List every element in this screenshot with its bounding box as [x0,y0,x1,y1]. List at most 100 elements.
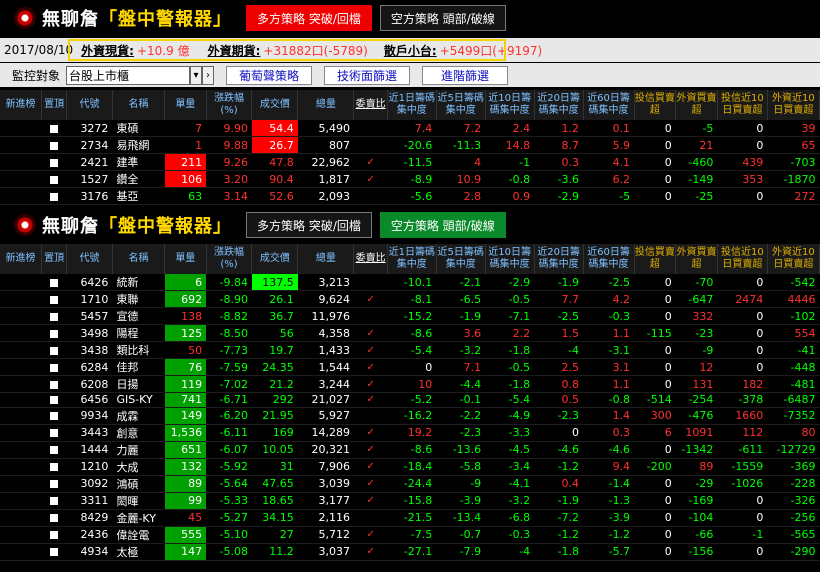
tab-short-strategy[interactable]: 空方策略 頭部/破線 [379,5,506,31]
column-header[interactable]: 近1日籌碼集中度 [387,244,437,274]
pin-checkbox[interactable] [41,441,67,459]
checkbox-icon[interactable] [50,363,59,372]
checkbox-icon[interactable] [50,396,59,405]
tab-long-strategy[interactable]: 多方策略 突破/回檔 [246,212,372,238]
column-header[interactable]: 近1日籌碼集中度 [387,90,437,120]
tab-short-strategy[interactable]: 空方策略 頭部/破線 [379,212,506,238]
checkbox-icon[interactable] [50,480,59,489]
column-header[interactable]: 外資近10日買賣超 [767,90,820,120]
strategy-button[interactable]: 葡萄聲策略 [226,65,313,85]
column-header[interactable]: 近5日籌碼集中度 [436,90,486,120]
table-row[interactable]: 1444 力麗 651 -6.07 10.05 20,321 ✓ -8.6 -13.6 -4.5-… [0,441,820,459]
table-row[interactable]: 3438 類比科 50 -7.73 19.7 1,433 ✓ -5.4 -3.2 -1.8 -4 -3… [0,341,820,359]
pin-checkbox[interactable] [41,375,67,393]
column-header[interactable]: 單量 [164,90,207,120]
pin-checkbox[interactable] [41,187,67,205]
column-header[interactable]: 單量 [164,244,207,274]
table-row[interactable]: 6426 統新 6 -9.84 137.5 3,213 -10.1 -2.1 -2.9 -1.9-… [0,274,820,291]
pin-checkbox[interactable] [41,153,67,171]
column-header[interactable]: 新進榜 [0,244,43,274]
pin-checkbox[interactable] [41,543,67,561]
checkbox-icon[interactable] [50,175,59,184]
table-row[interactable]: 1527 鑽全 106 3.20 90.4 1,817 ✓ -8.9 10.9 -0.8 -3.6 6… [0,170,820,188]
pin-checkbox[interactable] [41,358,67,376]
tab-long-strategy[interactable]: 多方策略 突破/回檔 [246,5,372,31]
pin-checkbox[interactable] [41,136,67,154]
checkbox-icon[interactable] [50,446,59,455]
column-header[interactable]: 委賣比 [353,90,388,120]
chevron-right-icon[interactable]: › [202,65,215,85]
checkbox-icon[interactable] [50,312,59,321]
advanced-filter-button[interactable]: 進階篩選 [422,65,509,85]
checkbox-icon[interactable] [50,463,59,472]
column-header[interactable]: 代號 [66,90,113,120]
checkbox-icon[interactable] [50,412,59,421]
pin-checkbox[interactable] [41,324,67,342]
checkbox-icon[interactable] [50,124,59,133]
column-header[interactable]: 置頂 [41,244,68,274]
column-header[interactable]: 近5日籌碼集中度 [436,244,486,274]
column-header[interactable]: 近10日籌碼集中度 [485,90,535,120]
column-header[interactable]: 漲跌幅(%) [206,244,253,274]
pin-checkbox[interactable] [41,475,67,493]
checkbox-icon[interactable] [50,329,59,338]
column-header[interactable]: 置頂 [41,90,68,120]
table-row[interactable]: 5457 宣德 138 -8.82 36.7 11,976 -15.2 -1.9 -7.1 -2.… [0,307,820,325]
table-row[interactable]: 4934 太極 147 -5.08 11.2 3,037 ✓ -27.1 -7.9 -4 -1.8-… [0,543,820,561]
checkbox-icon[interactable] [50,278,59,287]
checkbox-icon[interactable] [50,346,59,355]
checkbox-icon[interactable] [50,531,59,540]
column-header[interactable]: 投信近10日買賣超 [717,244,768,274]
table-row[interactable]: 3176 基亞 63 3.14 52.6 2,093 -5.6 2.8 0.9 -2.9 -5 0 -2… [0,187,820,205]
pin-checkbox[interactable] [41,407,67,425]
table-row[interactable]: 9934 成霖 149 -6.20 21.95 5,927 -16.2 -2.2 -4.9 -2.… [0,407,820,425]
pin-checkbox[interactable] [41,274,67,291]
column-header[interactable]: 名稱 [112,90,166,120]
column-header[interactable]: 投信近10日買賣超 [717,90,768,120]
table-row[interactable]: 3092 鴻碩 89 -5.64 47.65 3,039 ✓ -24.4 -9 -4.1 0.4 -1… [0,475,820,493]
table-row[interactable]: 2421 建準 211 9.26 47.8 22,962 ✓ -11.5 4 -1 0.3 4.1 0-… [0,153,820,171]
table-row[interactable]: 3311 閎暉 99 -5.33 18.65 3,177 ✓ -15.8 -3.9 -3.2 -1.… [0,492,820,510]
checkbox-icon[interactable] [50,514,59,523]
pin-checkbox[interactable] [41,341,67,359]
technical-filter-button[interactable]: 技術面篩選 [324,65,411,85]
column-header[interactable]: 成交價 [251,90,299,120]
checkbox-icon[interactable] [50,141,59,150]
column-header[interactable]: 外資近10日買賣超 [767,244,820,274]
column-header[interactable]: 漲跌幅(%) [206,90,253,120]
table-row[interactable]: 3498 陽程 125 -8.50 56 4,358 ✓ -8.6 3.6 2.2 1.5 1.1 -1… [0,324,820,342]
table-row[interactable]: 2734 易飛網 1 9.88 26.7 807 -20.6 -11.3 14.8 8.7 5.9 0… [0,136,820,154]
checkbox-icon[interactable] [50,295,59,304]
pin-checkbox[interactable] [41,392,67,408]
table-row[interactable]: 6208 日揚 119 -7.02 21.2 3,244 ✓ 10 -4.4 -1.8 0.8 1.1… [0,375,820,393]
column-header[interactable]: 近20日籌碼集中度 [534,90,584,120]
column-header[interactable]: 外資買賣超 [675,90,718,120]
column-header[interactable]: 近10日籌碼集中度 [485,244,535,274]
column-header[interactable]: 近20日籌碼集中度 [534,244,584,274]
market-select[interactable]: 台股上市櫃 [66,65,191,85]
table-row[interactable]: 6456 GIS-KY 741 -6.71 292 21,027 ✓ -5.2 -0.1 -5.4… [0,392,820,408]
checkbox-icon[interactable] [50,158,59,167]
table-row[interactable]: 2436 偉詮電 555 -5.10 27 5,712 ✓ -7.5 -0.7 -0.3 -1.2-… [0,526,820,544]
table-row[interactable]: 6284 佳邦 76 -7.59 24.35 1,544 ✓ 0 7.1 -0.5 2.5 3.1 0 1… [0,358,820,376]
pin-checkbox[interactable] [41,526,67,544]
checkbox-icon[interactable] [50,429,59,438]
column-header[interactable]: 投信買賣超 [634,90,677,120]
column-header[interactable]: 名稱 [112,244,166,274]
pin-checkbox[interactable] [41,170,67,188]
column-header[interactable]: 成交價 [251,244,299,274]
column-header[interactable]: 投信買賣超 [634,244,677,274]
dropdown-icon[interactable]: ▾ [190,65,203,85]
pin-checkbox[interactable] [41,290,67,308]
pin-checkbox[interactable] [41,458,67,476]
pin-checkbox[interactable] [41,424,67,442]
checkbox-icon[interactable] [50,497,59,506]
column-header[interactable]: 代號 [66,244,113,274]
checkbox-icon[interactable] [50,192,59,201]
pin-checkbox[interactable] [41,307,67,325]
column-header[interactable]: 新進榜 [0,90,43,120]
checkbox-icon[interactable] [50,380,59,389]
column-header[interactable]: 近60日籌碼集中度 [583,244,635,274]
table-row[interactable]: 1710 東聯 692 -8.90 26.1 9,624 ✓ -8.1 -6.5 -0.5 7.7 4… [0,290,820,308]
table-row[interactable]: 3443 創意 1,536 -6.11 169 14,289 ✓ 19.2 -2.3 -3.3 0 0… [0,424,820,442]
